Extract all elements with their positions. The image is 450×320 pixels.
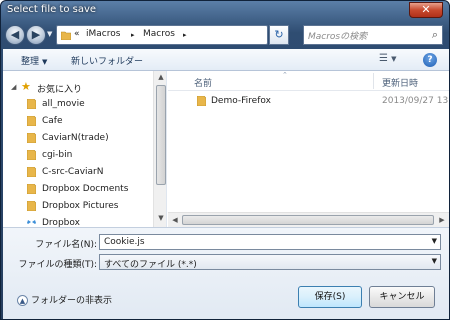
- scroll-down-icon[interactable]: ▼: [156, 214, 166, 224]
- cancel-button[interactable]: キャンセル: [369, 286, 435, 308]
- refresh-icon: ↻: [274, 28, 284, 41]
- list-view-icon: ☰: [379, 53, 388, 64]
- close-button[interactable]: ✕: [409, 2, 443, 18]
- forward-button[interactable]: ▶: [26, 25, 46, 45]
- new-folder-button[interactable]: 新しいフォルダー: [71, 54, 143, 67]
- address-bar: ◀ ▶ ▼ « iMacros ▸ Macros ▸ ▼ ↻ Macrosの検索…: [3, 21, 449, 47]
- save-form: ファイル名(N): Cookie.js ▼ ファイルの種類(T): すべてのファ…: [3, 227, 449, 319]
- filename-field[interactable]: Cookie.js ▼: [99, 234, 441, 250]
- nav-item[interactable]: all_movie: [3, 96, 153, 113]
- hide-folders-button[interactable]: ▲ フォルダーの非表示: [17, 293, 112, 306]
- filetype-value: すべてのファイル (*.*): [104, 260, 197, 270]
- filename-label: ファイル名(N):: [35, 240, 97, 250]
- refresh-button[interactable]: ↻: [269, 25, 289, 45]
- scroll-left-icon[interactable]: ◀: [170, 216, 180, 226]
- breadcrumb-imacros[interactable]: iMacros: [86, 29, 120, 39]
- view-options-button[interactable]: ☰ ▼: [379, 53, 397, 64]
- save-dialog: Select file to save ✕ ◀ ▶ ▼ « iMacros ▸ …: [0, 0, 450, 320]
- file-list: 名前 ⌃ 更新日時 Demo-Firefox 2013/09/27 13:...…: [168, 71, 449, 227]
- filename-value: Cookie.js: [104, 237, 145, 247]
- nav-item[interactable]: cgi-bin: [3, 147, 153, 164]
- nav-favorites[interactable]: ◢ ★ お気に入り: [3, 79, 153, 96]
- chevron-down-icon[interactable]: ▼: [432, 257, 437, 265]
- column-date-header[interactable]: 更新日時: [382, 76, 418, 89]
- filetype-label: ファイルの種類(T):: [18, 260, 97, 270]
- scroll-right-icon[interactable]: ▶: [437, 216, 447, 226]
- title-bar: Select file to save ✕: [1, 1, 449, 21]
- chevron-down-icon[interactable]: ▼: [432, 237, 437, 245]
- sort-indicator-icon: ⌃: [282, 71, 288, 79]
- column-divider[interactable]: [373, 73, 374, 89]
- nav-scrollbar[interactable]: ▲ ▼: [153, 71, 166, 227]
- scroll-thumb[interactable]: [182, 215, 434, 225]
- folder-icon: [27, 167, 36, 177]
- collapse-icon[interactable]: ◢: [11, 83, 16, 91]
- search-placeholder: Macrosの検索: [308, 32, 368, 42]
- breadcrumb-separator[interactable]: ▸: [183, 31, 187, 39]
- save-button[interactable]: 保存(S): [298, 286, 362, 308]
- organize-menu-button[interactable]: 整理 ▼: [21, 54, 47, 67]
- breadcrumb[interactable]: « iMacros ▸ Macros ▸ ▼: [56, 25, 314, 45]
- folder-icon: [27, 184, 36, 194]
- recent-pages-dropdown-icon[interactable]: ▼: [47, 30, 52, 38]
- chevron-up-icon: ▲: [17, 295, 28, 306]
- filetype-select[interactable]: すべてのファイル (*.*) ▼: [99, 254, 441, 270]
- breadcrumb-separator[interactable]: ▸: [131, 31, 135, 39]
- breadcrumb-overflow[interactable]: «: [74, 29, 80, 39]
- folder-icon: [27, 150, 36, 160]
- file-row[interactable]: Demo-Firefox 2013/09/27 13:...: [168, 93, 449, 110]
- folder-icon: [27, 133, 36, 143]
- window-title: Select file to save: [7, 4, 97, 15]
- forward-arrow-icon: ▶: [31, 28, 41, 41]
- column-name-header[interactable]: 名前: [194, 76, 212, 89]
- chevron-down-icon: ▼: [42, 58, 48, 66]
- file-list-scrollbar[interactable]: ◀ ▶: [168, 212, 449, 227]
- nav-item[interactable]: Cafe: [3, 113, 153, 130]
- folder-icon: [27, 201, 36, 211]
- nav-item[interactable]: Dropbox Docments: [3, 181, 153, 198]
- column-header: 名前 ⌃ 更新日時: [168, 71, 449, 91]
- star-icon: ★: [21, 80, 31, 93]
- breadcrumb-macros[interactable]: Macros: [143, 29, 175, 39]
- close-icon: ✕: [421, 3, 431, 16]
- navigation-pane: ◢ ★ お気に入り all_movie Cafe CaviarN(trade) …: [3, 71, 167, 227]
- search-icon: ⌕: [431, 28, 438, 41]
- nav-item[interactable]: CaviarN(trade): [3, 130, 153, 147]
- scroll-thumb[interactable]: [156, 85, 166, 185]
- chevron-down-icon: ▼: [391, 55, 397, 63]
- folder-icon: [27, 116, 36, 126]
- nav-item[interactable]: Dropbox: [3, 215, 153, 227]
- folder-icon: [61, 31, 71, 40]
- scroll-up-icon[interactable]: ▲: [156, 73, 166, 83]
- folder-icon: [27, 99, 36, 109]
- file-date: 2013/09/27 13:...: [382, 96, 449, 106]
- dropbox-icon: [27, 220, 36, 224]
- file-name: Demo-Firefox: [211, 96, 271, 106]
- browser-area: ◢ ★ お気に入り all_movie Cafe CaviarN(trade) …: [3, 71, 449, 227]
- nav-item[interactable]: Dropbox Pictures: [3, 198, 153, 215]
- back-arrow-icon: ◀: [10, 28, 20, 41]
- search-input[interactable]: Macrosの検索 ⌕: [303, 25, 443, 45]
- help-button[interactable]: ?: [423, 53, 437, 67]
- back-button[interactable]: ◀: [5, 25, 25, 45]
- folder-icon: [197, 96, 206, 106]
- command-toolbar: 整理 ▼ 新しいフォルダー ☰ ▼ ?: [3, 49, 449, 71]
- nav-item[interactable]: C-src-CaviarN: [3, 164, 153, 181]
